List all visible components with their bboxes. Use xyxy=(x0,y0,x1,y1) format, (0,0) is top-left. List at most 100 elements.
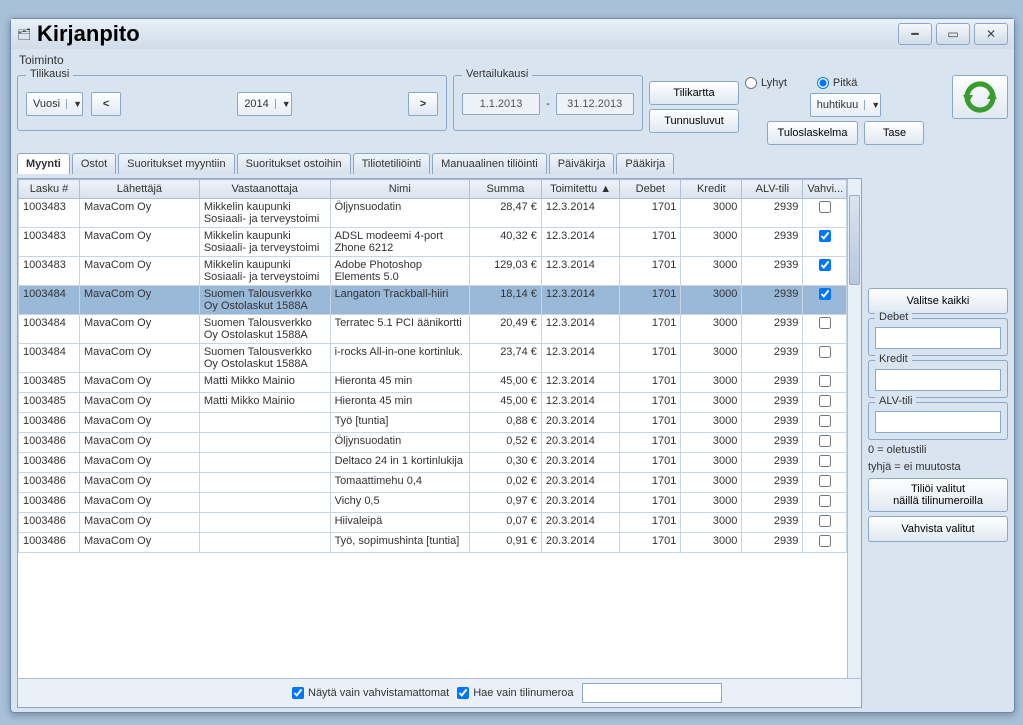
tab-tiliotetiliointi[interactable]: Tiliotetiliöinti xyxy=(353,153,431,174)
tab-ostot[interactable]: Ostot xyxy=(72,153,116,174)
vahvi-checkbox[interactable] xyxy=(819,259,831,271)
year-value: 2014 xyxy=(238,98,274,110)
debet-label: Debet xyxy=(875,311,912,323)
col-summa[interactable]: Summa xyxy=(470,180,542,199)
tabs: Myynti Ostot Suoritukset myyntiin Suorit… xyxy=(17,153,1008,174)
hae-vain-checkbox[interactable]: Hae vain tilinumeroa xyxy=(457,687,573,699)
vahvi-checkbox[interactable] xyxy=(819,346,831,358)
fieldset-tilikausi: Tilikausi Vuosi ▼ < 2014 ▼ > xyxy=(17,75,447,131)
tab-suoritukset-ostoihin[interactable]: Suoritukset ostoihin xyxy=(237,153,351,174)
table-row[interactable]: 1003485MavaCom OyMatti Mikko MainioHiero… xyxy=(19,393,847,413)
table-row[interactable]: 1003486MavaCom OyVichy 0,50,97 €20.3.201… xyxy=(19,493,847,513)
next-year-button[interactable]: > xyxy=(408,92,438,116)
data-table: Lasku # Lähettäjä Vastaanottaja Nimi Sum… xyxy=(17,178,862,708)
month-value: huhtikuu xyxy=(811,99,865,111)
refresh-icon xyxy=(961,80,999,114)
vahvi-checkbox[interactable] xyxy=(819,455,831,467)
vahvi-checkbox[interactable] xyxy=(819,395,831,407)
col-lahettaja[interactable]: Lähettäjä xyxy=(80,180,200,199)
table-row[interactable]: 1003486MavaCom OyÖljynsuodatin0,52 €20.3… xyxy=(19,433,847,453)
col-alvtili[interactable]: ALV-tili xyxy=(742,180,803,199)
vahvi-checkbox[interactable] xyxy=(819,435,831,447)
tilioi-valitut-button[interactable]: Tiliöi valitut näillä tilinumeroilla xyxy=(868,478,1008,512)
vahvi-checkbox[interactable] xyxy=(819,535,831,547)
prev-year-button[interactable]: < xyxy=(91,92,121,116)
col-toimitettu[interactable]: Toimitettu ▲ xyxy=(541,180,619,199)
col-vastaanottaja[interactable]: Vastaanottaja xyxy=(199,180,330,199)
tab-myynti[interactable]: Myynti xyxy=(17,153,70,174)
tilikausi-legend: Tilikausi xyxy=(26,68,73,80)
app-icon: 🗂 xyxy=(17,28,31,41)
tab-paivakirja[interactable]: Päiväkirja xyxy=(549,153,615,174)
month-dropdown[interactable]: huhtikuu ▼ xyxy=(810,93,882,117)
table-row[interactable]: 1003484MavaCom OySuomen Talousverkko Oy … xyxy=(19,286,847,315)
vahvi-checkbox[interactable] xyxy=(819,201,831,213)
alvtili-input[interactable] xyxy=(875,411,1001,433)
vuosi-label: Vuosi xyxy=(27,98,66,110)
menu-toiminto[interactable]: Toiminto xyxy=(19,53,64,67)
vahvi-checkbox[interactable] xyxy=(819,515,831,527)
vahvi-checkbox[interactable] xyxy=(819,230,831,242)
vuosi-dropdown[interactable]: Vuosi ▼ xyxy=(26,92,83,116)
hint-muutos: tyhjä = ei muutosta xyxy=(868,461,1008,474)
compare-to-input[interactable] xyxy=(556,93,634,115)
chevron-down-icon: ▼ xyxy=(66,99,82,109)
table-row[interactable]: 1003484MavaCom OySuomen Talousverkko Oy … xyxy=(19,315,847,344)
vahvi-checkbox[interactable] xyxy=(819,415,831,427)
tab-manuaalinen[interactable]: Manuaalinen tiliöinti xyxy=(432,153,547,174)
table-row[interactable]: 1003483MavaCom OyMikkelin kaupunki Sosia… xyxy=(19,257,847,286)
refresh-button[interactable] xyxy=(952,75,1008,119)
kredit-input[interactable] xyxy=(875,369,1001,391)
kredit-label: Kredit xyxy=(875,353,912,365)
table-row[interactable]: 1003486MavaCom OyDeltaco 24 in 1 kortinl… xyxy=(19,453,847,473)
col-nimi[interactable]: Nimi xyxy=(330,180,469,199)
window-title: Kirjanpito xyxy=(37,21,140,47)
vahvista-valitut-button[interactable]: Vahvista valitut xyxy=(868,516,1008,542)
search-tilinumero-input[interactable] xyxy=(582,683,722,703)
compare-from-input[interactable] xyxy=(462,93,540,115)
tase-button[interactable]: Tase xyxy=(864,121,924,145)
minimize-button[interactable]: ━ xyxy=(898,23,932,45)
col-kredit[interactable]: Kredit xyxy=(681,180,742,199)
vahvi-checkbox[interactable] xyxy=(819,288,831,300)
vahvi-checkbox[interactable] xyxy=(819,475,831,487)
vahvi-checkbox[interactable] xyxy=(819,317,831,329)
table-row[interactable]: 1003486MavaCom OyHiivaleipä0,07 €20.3.20… xyxy=(19,513,847,533)
tab-suoritukset-myyntiin[interactable]: Suoritukset myyntiin xyxy=(118,153,234,174)
maximize-button[interactable]: ▭ xyxy=(936,23,970,45)
close-button[interactable]: ✕ xyxy=(974,23,1008,45)
side-panel: Valitse kaikki Debet Kredit ALV-tili 0 =… xyxy=(868,178,1008,708)
debet-input[interactable] xyxy=(875,327,1001,349)
chevron-down-icon: ▼ xyxy=(275,99,291,109)
app-window: 🗂 Kirjanpito ━ ▭ ✕ Toiminto Tilikausi Vu… xyxy=(10,18,1015,713)
date-sep: - xyxy=(546,98,550,110)
table-row[interactable]: 1003486MavaCom OyTyö [tuntia]0,88 €20.3.… xyxy=(19,413,847,433)
tunnusluvut-button[interactable]: Tunnusluvut xyxy=(649,109,739,133)
table-footer: Näytä vain vahvistamattomat Hae vain til… xyxy=(18,678,861,707)
col-vahvi[interactable]: Vahvi... xyxy=(803,180,847,199)
vahvi-checkbox[interactable] xyxy=(819,375,831,387)
vertailukausi-legend: Vertailukausi xyxy=(462,68,532,80)
col-lasku[interactable]: Lasku # xyxy=(19,180,80,199)
table-row[interactable]: 1003485MavaCom OyMatti Mikko MainioHiero… xyxy=(19,373,847,393)
tilikartta-button[interactable]: Tilikartta xyxy=(649,81,739,105)
alvtili-label: ALV-tili xyxy=(875,395,916,407)
fieldset-vertailukausi: Vertailukausi - xyxy=(453,75,643,131)
table-row[interactable]: 1003484MavaCom OySuomen Talousverkko Oy … xyxy=(19,344,847,373)
chevron-down-icon: ▼ xyxy=(864,100,880,110)
table-row[interactable]: 1003483MavaCom OyMikkelin kaupunki Sosia… xyxy=(19,228,847,257)
year-dropdown[interactable]: 2014 ▼ xyxy=(237,92,291,116)
table-row[interactable]: 1003486MavaCom OyTomaattimehu 0,40,02 €2… xyxy=(19,473,847,493)
hint-oletustili: 0 = oletustili xyxy=(868,444,1008,457)
pitka-radio[interactable]: Pitkä xyxy=(817,77,857,89)
table-row[interactable]: 1003483MavaCom OyMikkelin kaupunki Sosia… xyxy=(19,199,847,228)
lyhyt-radio[interactable]: Lyhyt xyxy=(745,77,787,89)
tab-paakirja[interactable]: Pääkirja xyxy=(616,153,674,174)
table-row[interactable]: 1003486MavaCom OyTyö, sopimushinta [tunt… xyxy=(19,533,847,553)
col-debet[interactable]: Debet xyxy=(620,180,681,199)
titlebar: 🗂 Kirjanpito ━ ▭ ✕ xyxy=(11,19,1014,49)
tuloslaskelma-button[interactable]: Tuloslaskelma xyxy=(767,121,859,145)
vertical-scrollbar[interactable] xyxy=(847,179,861,678)
nayta-vain-checkbox[interactable]: Näytä vain vahvistamattomat xyxy=(292,687,449,699)
vahvi-checkbox[interactable] xyxy=(819,495,831,507)
